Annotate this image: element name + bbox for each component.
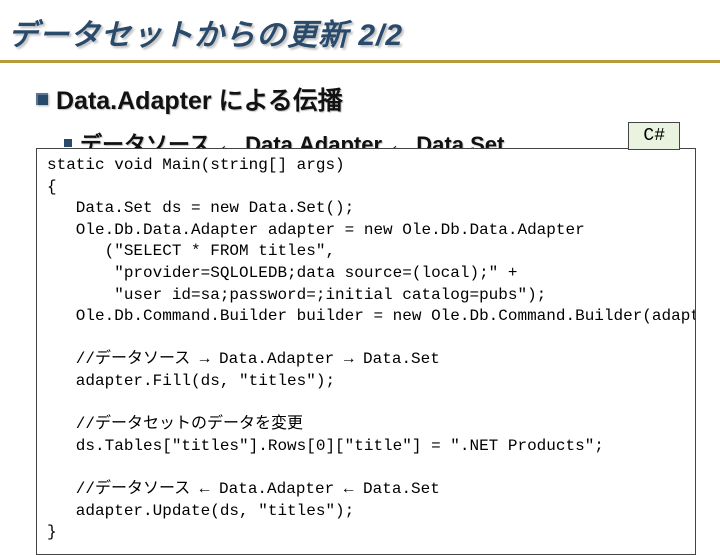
code-container: C# static void Main(string[] args) { Dat… [36,148,696,555]
bullet-square-icon [36,93,48,105]
bullet-small-icon [64,139,72,147]
slide-title: データセットからの更新 2/2 [0,0,720,63]
language-badge: C# [628,122,680,150]
code-block: static void Main(string[] args) { Data.S… [36,148,696,555]
slide: データセットからの更新 2/2 Data.Adapter による伝播 データソー… [0,0,720,540]
heading-row: Data.Adapter による伝播 [36,81,720,117]
heading-2: Data.Adapter による伝播 [56,81,343,117]
